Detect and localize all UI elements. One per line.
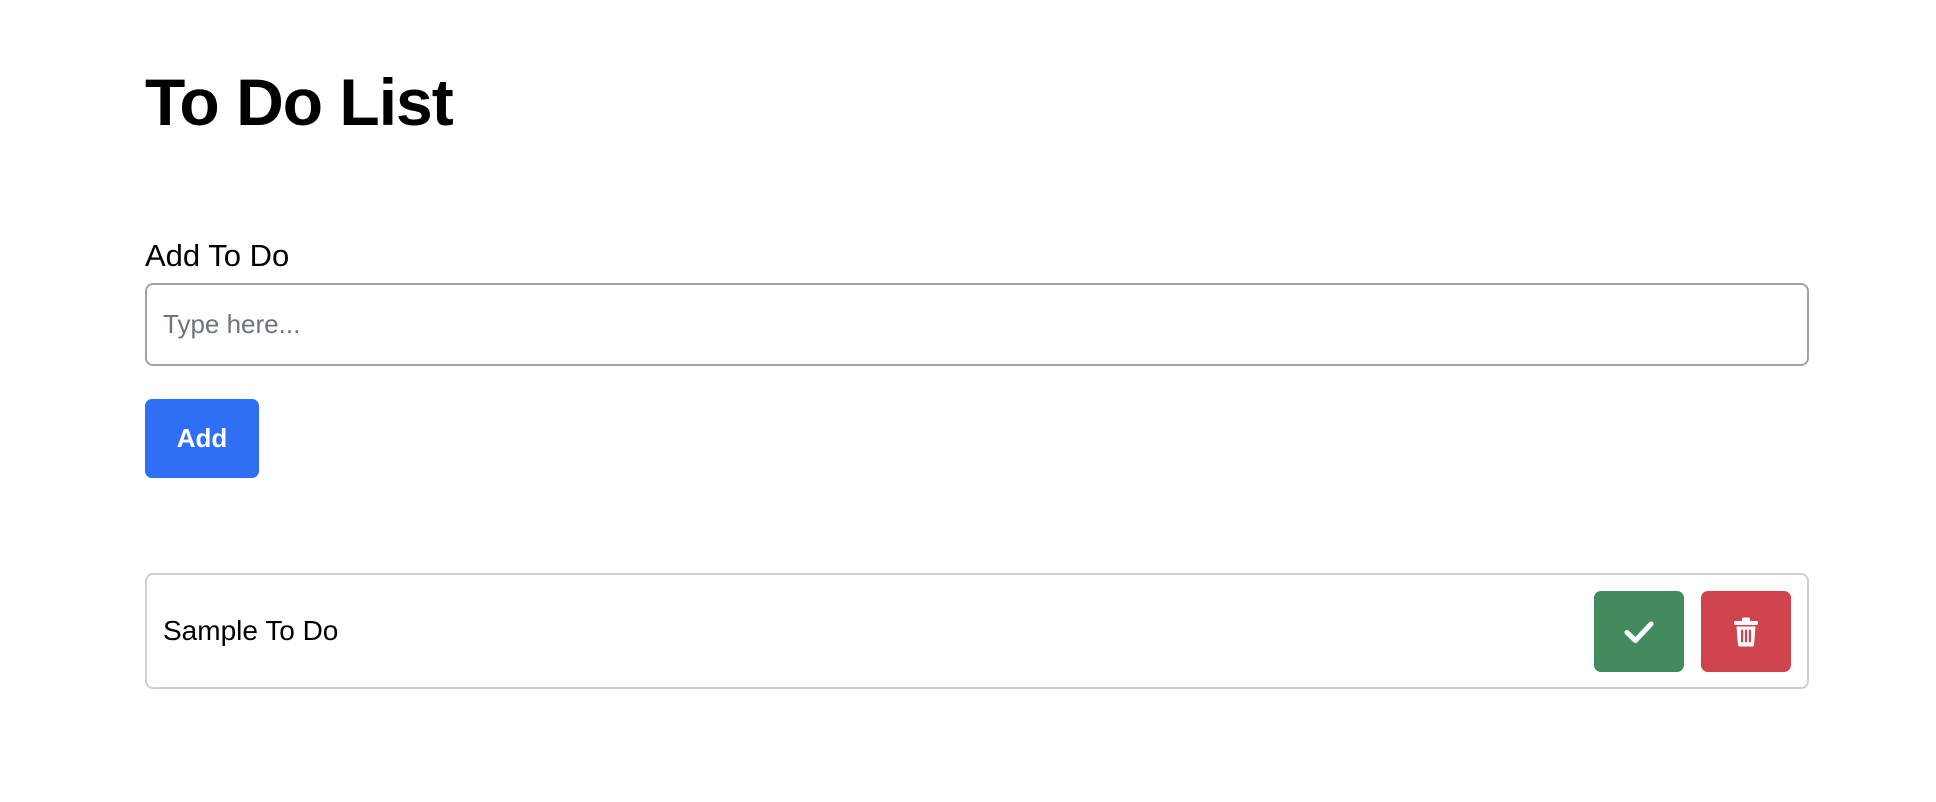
add-button[interactable]: Add <box>145 399 259 478</box>
trash-icon <box>1733 617 1759 647</box>
complete-button[interactable] <box>1594 591 1684 672</box>
todo-list: Sample To Do <box>145 573 1809 689</box>
todo-text: Sample To Do <box>163 615 339 646</box>
delete-button[interactable] <box>1701 591 1791 672</box>
todo-item: Sample To Do <box>145 573 1809 689</box>
todo-input[interactable] <box>145 283 1809 366</box>
add-todo-label: Add To Do <box>145 238 290 273</box>
check-icon <box>1624 620 1654 644</box>
page-title: To Do List <box>145 65 454 139</box>
